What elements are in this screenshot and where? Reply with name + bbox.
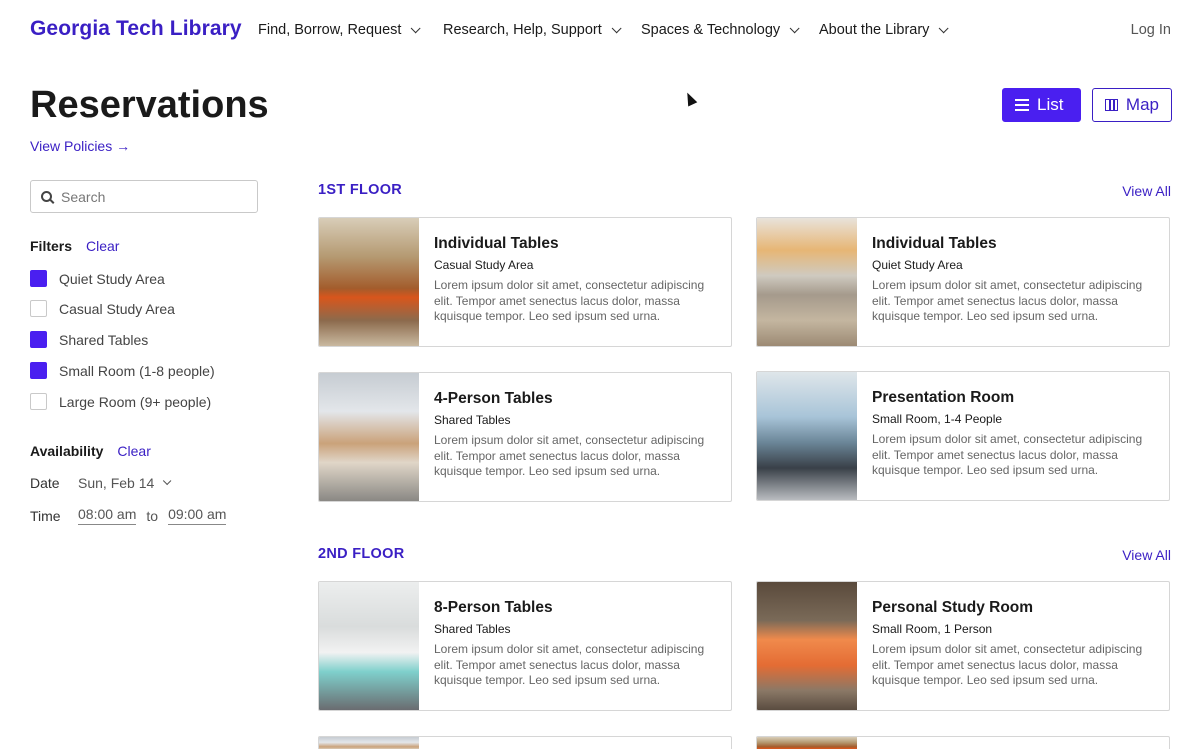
card-subtitle: Shared Tables <box>434 622 511 636</box>
search-icon <box>41 191 52 202</box>
space-photo <box>319 218 419 346</box>
filter-label: Quiet Study Area <box>59 270 165 287</box>
availability-label: Availability <box>30 443 104 459</box>
card-title: Individual Tables <box>434 235 559 252</box>
view-all-link[interactable]: View All <box>1122 547 1171 563</box>
nav-find-borrow-request[interactable]: Find, Borrow, Request <box>258 22 422 38</box>
filter-label: Small Room (1-8 people) <box>59 362 215 379</box>
filter-quiet-study-area[interactable]: Quiet Study Area <box>30 270 165 287</box>
nav-label: Spaces & Technology <box>641 22 781 38</box>
chevron-down-icon <box>939 22 950 33</box>
date-label: Date <box>30 475 60 491</box>
time-field: Time 08:00 am to 09:00 am <box>30 506 227 525</box>
checkbox[interactable] <box>30 300 47 317</box>
checkbox[interactable] <box>30 393 47 410</box>
card-title: 8-Person Tables <box>434 599 553 616</box>
checkbox[interactable] <box>30 362 47 379</box>
list-view-button[interactable]: List <box>1002 88 1081 122</box>
card-title: Individual Tables <box>872 235 997 252</box>
space-card[interactable]: 4-Person Tables Shared Tables Lorem ipsu… <box>318 372 732 502</box>
space-card[interactable]: Presentation Room Small Room, 1-4 People… <box>756 371 1170 501</box>
space-photo <box>757 582 857 710</box>
space-photo <box>319 737 419 749</box>
floor-heading: 1ST FLOOR <box>318 182 403 198</box>
chevron-down-icon <box>611 22 622 33</box>
card-description: Lorem ipsum dolor sit amet, consectetur … <box>434 642 705 687</box>
filters-header: Filters Clear <box>30 238 119 254</box>
view-all-link[interactable]: View All <box>1122 183 1171 199</box>
card-title: Personal Study Room <box>872 599 1034 616</box>
date-value: Sun, Feb 14 <box>78 475 155 491</box>
card-description: Lorem ipsum dolor sit amet, consectetur … <box>872 432 1143 477</box>
card-subtitle: Shared Tables <box>434 413 511 427</box>
space-photo <box>319 582 419 710</box>
login-link[interactable]: Log In <box>1131 22 1171 38</box>
filter-shared-tables[interactable]: Shared Tables <box>30 331 148 348</box>
checkbox[interactable] <box>30 331 47 348</box>
date-field: Date Sun, Feb 14 <box>30 475 172 491</box>
filter-large-room[interactable]: Large Room (9+ people) <box>30 393 211 410</box>
card-title: 4-Person Tables <box>434 390 553 407</box>
space-card[interactable] <box>318 736 732 749</box>
mouse-cursor-icon <box>682 90 698 107</box>
date-select[interactable]: Sun, Feb 14 <box>78 475 172 491</box>
time-to-input[interactable]: 09:00 am <box>168 506 227 525</box>
time-from-input[interactable]: 08:00 am <box>78 506 137 525</box>
filter-label: Large Room (9+ people) <box>59 393 212 410</box>
list-icon <box>1015 99 1029 111</box>
view-policies-link[interactable]: View Policies → <box>30 138 130 154</box>
card-title: Presentation Room <box>872 389 1015 406</box>
space-photo <box>757 218 857 346</box>
card-subtitle: Casual Study Area <box>434 258 534 272</box>
chevron-down-icon <box>789 22 800 33</box>
card-description: Lorem ipsum dolor sit amet, consectetur … <box>434 278 705 323</box>
nav-label: Find, Borrow, Request <box>258 22 402 38</box>
top-navigation: Georgia Tech Library Find, Borrow, Reque… <box>0 0 1200 62</box>
nav-label: About the Library <box>819 22 930 38</box>
map-view-button[interactable]: Map <box>1092 88 1172 122</box>
checkbox[interactable] <box>30 270 47 287</box>
space-card[interactable] <box>756 736 1170 749</box>
filters-clear-button[interactable]: Clear <box>86 238 119 254</box>
map-icon <box>1105 99 1118 111</box>
map-view-label: Map <box>1125 95 1159 114</box>
nav-about-library[interactable]: About the Library <box>819 22 950 38</box>
space-card[interactable]: Personal Study Room Small Room, 1 Person… <box>756 581 1170 711</box>
brand-logo[interactable]: Georgia Tech Library <box>30 17 242 41</box>
search-box[interactable] <box>30 180 258 213</box>
nav-label: Research, Help, Support <box>443 22 602 38</box>
time-separator: to <box>146 507 159 524</box>
card-subtitle: Quiet Study Area <box>872 258 963 272</box>
filter-label: Casual Study Area <box>59 300 175 317</box>
card-description: Lorem ipsum dolor sit amet, consectetur … <box>434 433 705 478</box>
chevron-down-icon <box>411 22 422 33</box>
space-card[interactable]: Individual Tables Casual Study Area Lore… <box>318 217 732 347</box>
space-photo <box>757 737 857 749</box>
card-description: Lorem ipsum dolor sit amet, consectetur … <box>872 278 1143 323</box>
filter-small-room[interactable]: Small Room (1-8 people) <box>30 362 215 379</box>
space-photo <box>757 372 857 500</box>
space-card[interactable]: Individual Tables Quiet Study Area Lorem… <box>756 217 1170 347</box>
card-subtitle: Small Room, 1 Person <box>872 622 993 636</box>
time-label: Time <box>30 507 61 524</box>
card-description: Lorem ipsum dolor sit amet, consectetur … <box>872 642 1143 687</box>
availability-header: Availability Clear <box>30 443 151 459</box>
search-input[interactable] <box>61 188 241 205</box>
filters-label: Filters <box>30 238 73 254</box>
list-view-label: List <box>1037 95 1064 114</box>
chevron-down-icon <box>163 476 172 486</box>
filter-label: Shared Tables <box>59 331 149 348</box>
space-card[interactable]: 8-Person Tables Shared Tables Lorem ipsu… <box>318 581 732 711</box>
filter-casual-study-area[interactable]: Casual Study Area <box>30 300 175 317</box>
nav-spaces-technology[interactable]: Spaces & Technology <box>641 22 800 38</box>
card-subtitle: Small Room, 1-4 People <box>872 412 1003 426</box>
page-title: Reservations <box>30 84 269 126</box>
nav-research-help-support[interactable]: Research, Help, Support <box>443 22 622 38</box>
availability-clear-button[interactable]: Clear <box>117 443 150 459</box>
floor-heading: 2ND FLOOR <box>318 546 405 562</box>
space-photo <box>319 373 419 501</box>
